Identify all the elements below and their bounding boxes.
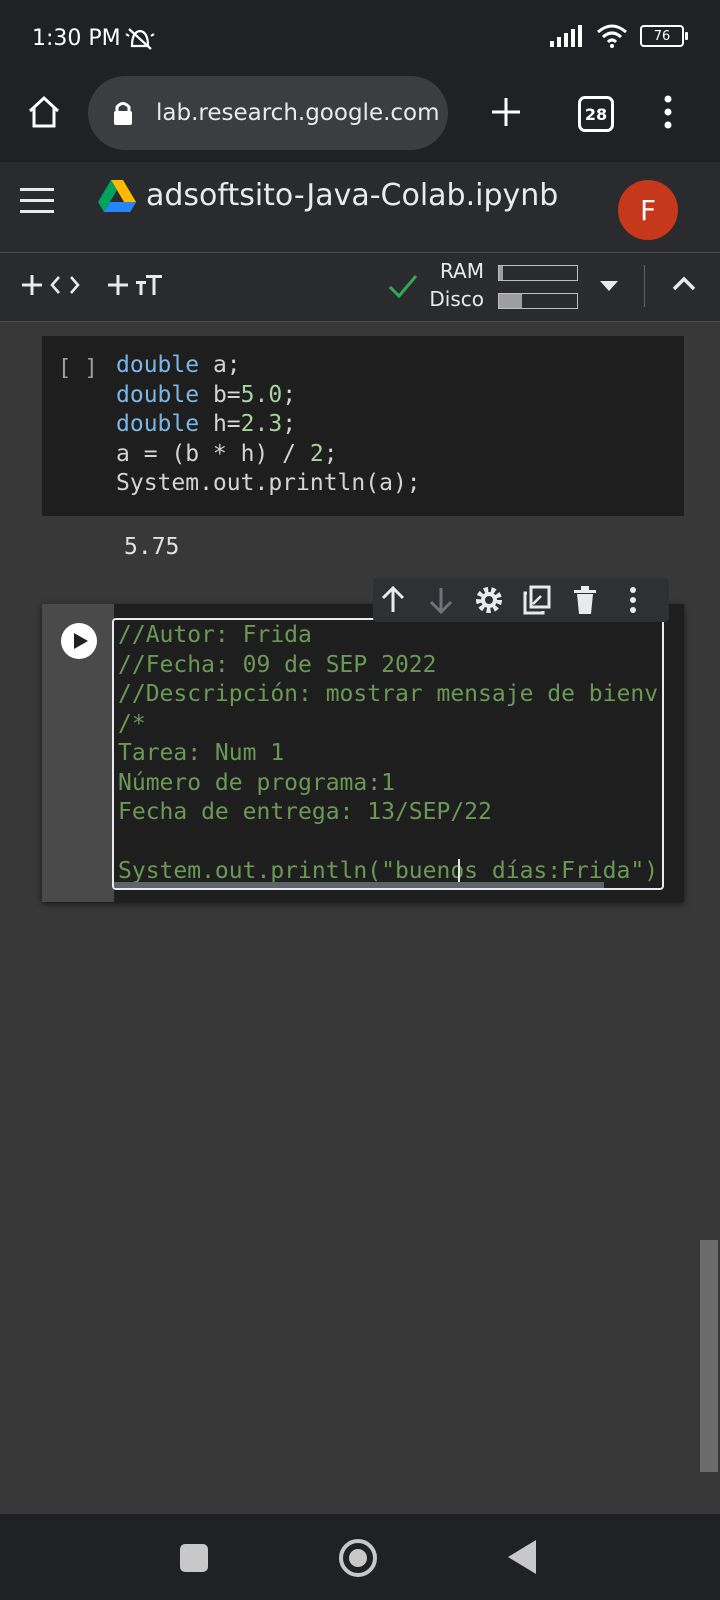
colab-header: adsoftsito-Java-Colab.ipynb F bbox=[0, 162, 720, 253]
home-icon[interactable] bbox=[26, 94, 62, 130]
mirror-cell-icon[interactable] bbox=[521, 584, 553, 616]
lock-icon bbox=[114, 102, 132, 125]
code-token: double bbox=[116, 352, 200, 378]
code-cell-1[interactable]: [ ] double a; double b=5.0; double h=2.3; a… bbox=[42, 336, 684, 516]
move-up-icon[interactable] bbox=[377, 584, 409, 616]
code-token: a = (b * h) / bbox=[116, 440, 310, 467]
recents-button[interactable] bbox=[180, 1544, 208, 1572]
code-line: Fecha de entrega: 13/SEP/22 bbox=[118, 799, 492, 825]
url-text: lab.research.google.com bbox=[156, 100, 440, 126]
code-line: /* bbox=[118, 710, 146, 737]
code-token: 5.0 bbox=[240, 381, 283, 408]
tab-switcher-button[interactable]: 28 bbox=[578, 96, 614, 132]
cell-gutter bbox=[42, 604, 114, 902]
code-token: ; bbox=[282, 381, 297, 408]
code-line: System.out.println("buenos días:Frida") bbox=[118, 858, 659, 884]
wifi-icon bbox=[597, 24, 627, 48]
cell-toolbar bbox=[373, 578, 669, 622]
code-icon bbox=[50, 276, 80, 294]
code-line: double b=5.0; bbox=[116, 382, 296, 408]
code-token: b= bbox=[199, 381, 241, 408]
execution-count: [ ] bbox=[58, 356, 98, 381]
code-line: Tarea: Num 1 bbox=[118, 740, 285, 766]
menu-icon[interactable] bbox=[20, 188, 54, 214]
text-format-icon bbox=[136, 275, 162, 295]
collapse-chevron-up-icon[interactable] bbox=[672, 275, 696, 291]
status-time: 1:30 PM bbox=[32, 26, 121, 51]
disk-usage-bar bbox=[498, 293, 578, 309]
add-text-cell-button[interactable] bbox=[106, 267, 166, 303]
connected-check-icon bbox=[388, 275, 418, 299]
code-token: ; bbox=[282, 411, 297, 437]
add-code-cell-button[interactable] bbox=[20, 267, 84, 303]
code-line: double a; bbox=[116, 352, 241, 378]
ram-label: RAM bbox=[439, 259, 484, 283]
new-tab-icon[interactable] bbox=[490, 96, 522, 128]
address-bar[interactable]: lab.research.google.com bbox=[88, 76, 448, 150]
code-token: 2.3 bbox=[240, 411, 283, 437]
code-line: //Descripción: mostrar mensaje de bienv bbox=[118, 681, 659, 707]
code-token: 2 bbox=[309, 440, 324, 467]
signal-icon bbox=[550, 25, 582, 47]
ram-usage-fill bbox=[499, 266, 503, 280]
plus-icon bbox=[108, 275, 128, 295]
home-circle-icon[interactable] bbox=[338, 1538, 378, 1578]
notebook-toolbar: RAM Disco bbox=[0, 253, 720, 322]
code-cell-2[interactable]: //Autor: Frida //Fecha: 09 de SEP 2022 //D… bbox=[42, 604, 684, 902]
code-token: System.out.println(a); bbox=[116, 470, 421, 496]
play-icon bbox=[74, 633, 88, 649]
system-navigation-bar bbox=[0, 1514, 720, 1600]
code-line: System.out.println(a); bbox=[116, 470, 421, 496]
battery-level: 76 bbox=[653, 28, 671, 44]
settings-gear-icon[interactable] bbox=[473, 584, 505, 616]
more-options-icon[interactable] bbox=[660, 94, 676, 130]
browser-toolbar: lab.research.google.com 28 bbox=[0, 70, 720, 162]
toolbar-divider bbox=[644, 265, 645, 307]
code-line: //Fecha: 09 de SEP 2022 bbox=[118, 651, 437, 678]
status-bar: 1:30 PM 76 bbox=[0, 0, 720, 70]
disk-label: Disco bbox=[429, 287, 484, 311]
move-down-icon[interactable] bbox=[425, 584, 457, 616]
code-token: double bbox=[116, 381, 200, 408]
disk-usage-fill bbox=[499, 294, 523, 308]
google-drive-icon bbox=[98, 180, 136, 212]
code-token: a; bbox=[199, 352, 241, 378]
code-editor[interactable]: //Autor: Frida //Fecha: 09 de SEP 2022 //D… bbox=[112, 618, 664, 890]
avatar-letter: F bbox=[639, 193, 657, 227]
run-cell-button[interactable] bbox=[61, 623, 97, 659]
code-line: a = (b * h) / 2; bbox=[116, 441, 338, 467]
user-avatar[interactable]: F bbox=[618, 180, 678, 240]
chevron-down-icon[interactable] bbox=[600, 281, 618, 291]
code-line: //Autor: Frida bbox=[118, 622, 312, 648]
code-token: ; bbox=[323, 440, 338, 467]
more-vert-icon[interactable] bbox=[617, 584, 649, 616]
delete-trash-icon[interactable] bbox=[569, 584, 601, 616]
code-token: double bbox=[116, 411, 200, 437]
plus-icon bbox=[22, 275, 42, 295]
do-not-disturb-icon bbox=[125, 28, 155, 50]
notebook-title[interactable]: adsoftsito-Java-Colab.ipynb bbox=[146, 178, 558, 213]
code-line: double h=2.3; bbox=[116, 411, 296, 437]
battery-icon: 76 bbox=[640, 25, 688, 47]
code-line: Número de programa:1 bbox=[118, 769, 395, 796]
tab-count: 28 bbox=[584, 104, 608, 124]
vertical-scrollbar[interactable] bbox=[700, 1240, 718, 1472]
back-triangle-icon[interactable] bbox=[508, 1540, 536, 1574]
cell-output: 5.75 bbox=[124, 534, 180, 560]
ram-usage-bar bbox=[498, 265, 578, 281]
horizontal-scrollbar[interactable] bbox=[114, 882, 604, 888]
code-token: h= bbox=[199, 411, 241, 437]
